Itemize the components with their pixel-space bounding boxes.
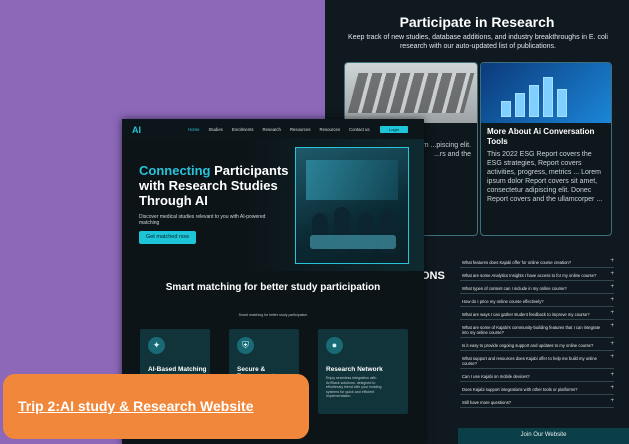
faq-question: Does Kajabi support integrations with ot… [462,387,578,392]
faq-question: What support and resources does Kajabi o… [462,356,597,366]
plus-icon[interactable]: + [610,398,614,404]
nav-resources[interactable]: Resources [290,127,311,132]
footer-link[interactable]: Join Our Website [458,432,629,438]
faq-item[interactable]: What are some Analytics Insights I have … [460,271,614,281]
faq-item[interactable]: What features does Kajabi offer for onli… [460,258,614,268]
plus-icon[interactable]: + [610,284,614,290]
feature-title: AI-Based Matching [148,366,207,373]
plus-icon[interactable]: + [610,297,614,303]
faq-question: What are ways I can gather student feedb… [462,312,590,317]
login-button[interactable]: Login [380,126,408,133]
faq-question: Still have more questions? [462,400,512,405]
plus-icon[interactable]: + [610,271,614,277]
smart-matching-title: Smart matching for better study particip… [165,282,381,293]
faq-question: Is it easy to provide ongoing support an… [462,343,594,348]
faq-item[interactable]: Can I use Kajabi on mobile devices? + [460,372,614,382]
faq-question: How do I price my online course effectiv… [462,299,544,304]
nav-links: Home Studies Enrolments Research Resourc… [188,127,370,132]
feature-body: Enjoy seamless integration with ArtStack… [326,376,382,398]
plus-icon[interactable]: + [610,372,614,378]
faq-question: What are some of Kajabi's community-buil… [462,325,601,335]
faq-item[interactable]: Still have more questions? + [460,398,614,408]
faq-item[interactable]: How do I price my online course effectiv… [460,297,614,307]
nav-research[interactable]: Research [263,127,281,132]
plus-icon[interactable]: + [610,323,614,329]
plus-icon[interactable]: + [610,310,614,316]
faq-question: Can I use Kajabi on mobile devices? [462,374,530,379]
nav-enrolments[interactable]: Enrolments [232,127,254,132]
faq-question: What features does Kajabi offer for onli… [462,260,572,265]
faq-question: What are some Analytics Insights I have … [462,273,597,278]
calculator-image [345,63,477,123]
hero-photo [295,147,409,264]
logo[interactable]: AI [132,125,141,135]
faq-item[interactable]: What types of content can I include in m… [460,284,614,294]
faq-item[interactable]: Does Kajabi support integrations with ot… [460,385,614,395]
faq-item[interactable]: Is it easy to provide ongoing support an… [460,341,614,351]
navbar: AI Home Studies Enrolments Research Reso… [122,119,424,139]
faq-item[interactable]: What are ways I can gather student feedb… [460,310,614,320]
feature-card-research-network: ● Research Network Enjoy seamless integr… [318,329,408,414]
article-card-body: This 2022 ESG Report covers the ESG stra… [487,151,603,203]
faq-item[interactable]: What support and resources does Kajabi o… [460,354,614,369]
faq-list: What features does Kajabi offer for onli… [460,258,614,411]
hero-title-accent: Connecting [139,163,211,178]
smart-matching-subtitle: Smart matching for better study particip… [238,313,308,317]
nav-home[interactable]: Home [188,127,199,132]
feature-title: Research Network [326,366,383,373]
hero-subtitle: Discover medical studies relevant to you… [139,214,266,226]
article-card-title: More About Ai Conversation Tools [487,127,595,146]
faq-item[interactable]: What are some of Kajabi's community-buil… [460,323,614,338]
chart-image [481,63,611,123]
faq-heading: ONS [421,270,445,282]
hero-title: Connecting Participants with Research St… [139,163,299,208]
plus-icon[interactable]: + [610,385,614,391]
article-card-2[interactable]: More About Ai Conversation Tools This 20… [480,62,612,236]
nav-resources-2[interactable]: Resources [319,127,340,132]
plus-icon[interactable]: + [610,341,614,347]
plus-icon[interactable]: + [610,258,614,264]
research-subtitle: Keep track of new studies, database addi… [348,34,608,50]
research-title: Participate in Research [399,14,555,30]
caption-text: Trip 2:AI study & Research Website [18,398,254,414]
person-icon: ● [326,337,343,354]
get-matched-button[interactable]: Get matched now [139,231,196,244]
nav-contact[interactable]: Contact us [349,127,370,132]
faq-question: What types of content can I include in m… [462,286,567,291]
plus-icon[interactable]: + [610,354,614,360]
ai-icon: ✦ [148,337,165,354]
shield-icon: ⛨ [237,337,254,354]
nav-studies[interactable]: Studies [208,127,222,132]
